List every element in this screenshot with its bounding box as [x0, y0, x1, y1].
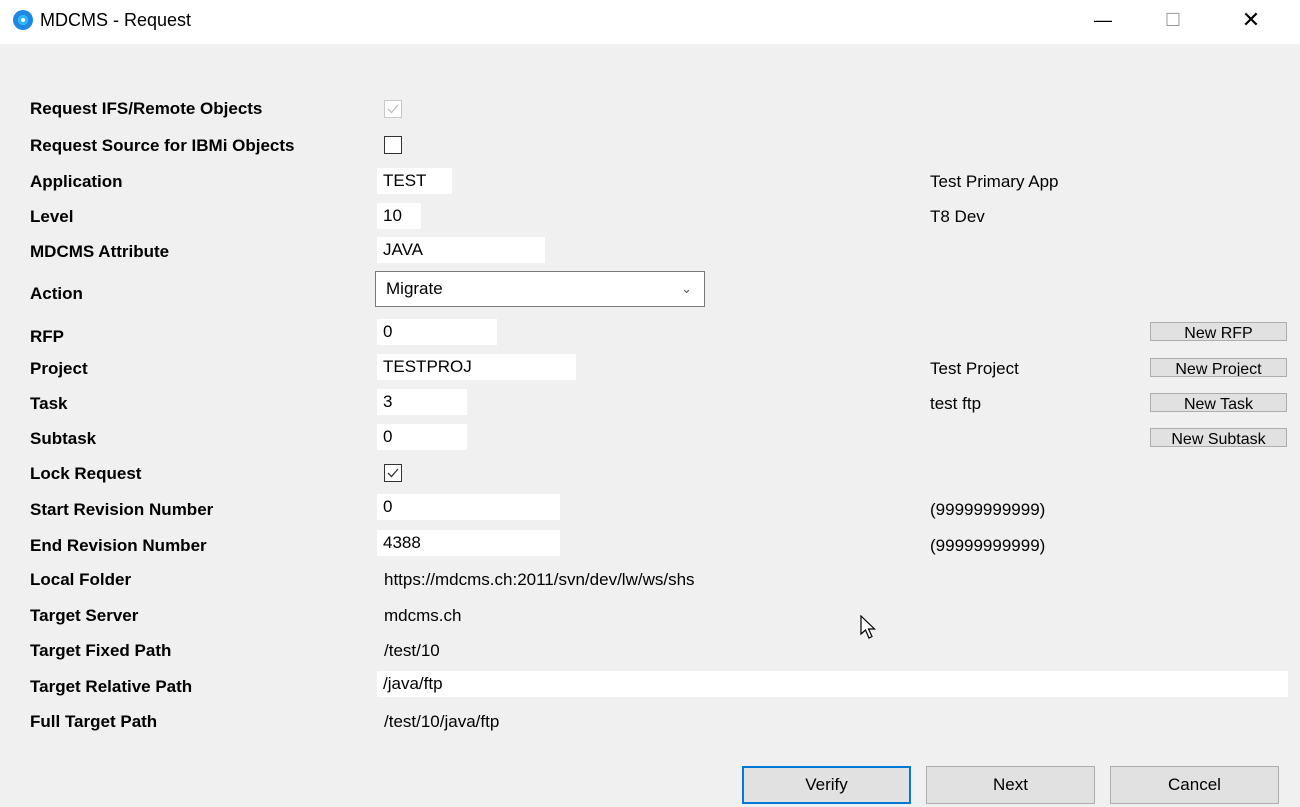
- close-button[interactable]: ✕: [1228, 0, 1274, 40]
- project-field[interactable]: TESTPROJ: [377, 354, 576, 380]
- request-source-label: Request Source for IBMi Objects: [30, 136, 295, 155]
- lock-request-label: Lock Request: [30, 464, 142, 483]
- level-label: Level: [30, 207, 74, 226]
- action-select[interactable]: Migrate ⌄: [375, 271, 705, 307]
- local-folder-label: Local Folder: [30, 570, 132, 589]
- verify-button[interactable]: Verify: [742, 766, 911, 804]
- local-folder-value: https://mdcms.ch:2011/svn/dev/lw/ws/shs: [384, 570, 695, 589]
- project-description: Test Project: [930, 359, 1019, 378]
- target-fixed-path-value: /test/10: [384, 641, 440, 660]
- task-label: Task: [30, 394, 68, 413]
- checkmark-icon: [387, 468, 399, 478]
- target-relative-path-label: Target Relative Path: [30, 677, 193, 696]
- full-target-path-value: /test/10/java/ftp: [384, 712, 500, 731]
- lock-request-checkbox[interactable]: [384, 464, 402, 482]
- checkmark-icon: [387, 104, 399, 114]
- attribute-field[interactable]: JAVA: [377, 237, 545, 263]
- start-revision-field[interactable]: 0: [377, 494, 560, 520]
- subtask-field[interactable]: 0: [377, 424, 467, 450]
- new-task-button[interactable]: New Task: [1150, 393, 1287, 412]
- start-revision-label: Start Revision Number: [30, 500, 214, 519]
- application-label: Application: [30, 172, 123, 191]
- target-fixed-path-label: Target Fixed Path: [30, 641, 172, 660]
- mdcms-logo-icon: [13, 10, 33, 30]
- rfp-label: RFP: [30, 327, 64, 346]
- maximize-button[interactable]: ☐: [1150, 0, 1196, 40]
- new-subtask-button[interactable]: New Subtask: [1150, 428, 1287, 447]
- minimize-button[interactable]: —: [1080, 0, 1126, 40]
- chevron-down-icon: ⌄: [681, 281, 692, 296]
- mouse-cursor-icon: [860, 615, 876, 639]
- target-relative-path-field[interactable]: /java/ftp: [377, 671, 1288, 697]
- level-field[interactable]: 10: [377, 203, 421, 229]
- task-field[interactable]: 3: [377, 389, 467, 415]
- end-revision-hint: (99999999999): [930, 536, 1046, 555]
- target-server-value: mdcms.ch: [384, 606, 462, 625]
- next-button[interactable]: Next: [926, 766, 1095, 804]
- level-description: T8 Dev: [930, 207, 985, 226]
- cancel-button[interactable]: Cancel: [1110, 766, 1279, 804]
- task-description: test ftp: [930, 394, 982, 413]
- title-bar: MDCMS - Request — ☐ ✕: [0, 0, 1300, 44]
- request-ifs-label: Request IFS/Remote Objects: [30, 99, 263, 118]
- rfp-field[interactable]: 0: [377, 319, 497, 345]
- end-revision-field[interactable]: 4388: [377, 530, 560, 556]
- action-select-value: Migrate: [386, 279, 443, 298]
- request-ifs-checkbox[interactable]: [384, 100, 402, 118]
- project-label: Project: [30, 359, 88, 378]
- window-title: MDCMS - Request: [40, 10, 192, 30]
- target-server-label: Target Server: [30, 606, 139, 625]
- full-target-path-label: Full Target Path: [30, 712, 158, 731]
- new-rfp-button[interactable]: New RFP: [1150, 322, 1287, 341]
- subtask-label: Subtask: [30, 429, 97, 448]
- end-revision-label: End Revision Number: [30, 536, 207, 555]
- new-project-button[interactable]: New Project: [1150, 358, 1287, 377]
- request-source-checkbox[interactable]: [384, 136, 402, 154]
- start-revision-hint: (99999999999): [930, 500, 1046, 519]
- action-label: Action: [30, 284, 83, 303]
- attribute-label: MDCMS Attribute: [30, 242, 170, 261]
- application-description: Test Primary App: [930, 172, 1059, 191]
- application-field[interactable]: TEST: [377, 168, 452, 194]
